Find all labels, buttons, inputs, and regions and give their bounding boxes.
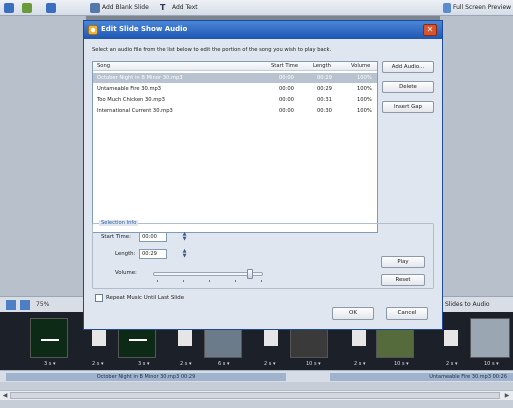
volume-slider-thumb[interactable]	[246, 269, 253, 279]
add-text-button[interactable]: T Add Text	[160, 2, 198, 14]
add-audio-button[interactable]: Add Audio...	[382, 61, 434, 73]
song-list[interactable]: Song Start Time Length Volume October Ni…	[92, 61, 378, 233]
song-list-header: Song Start Time Length Volume	[93, 62, 377, 71]
fit-icon[interactable]	[6, 300, 16, 310]
transition-thumb[interactable]	[264, 330, 278, 346]
song-start: 00:00	[279, 97, 294, 103]
length-input[interactable]: 00:29	[139, 249, 167, 259]
scroll-left-icon[interactable]: ◀	[1, 392, 9, 400]
slide-thumbnail[interactable]	[30, 318, 68, 358]
song-row[interactable]: International Current 30.mp3 00:00 00:30…	[93, 106, 377, 116]
slide-thumbnail[interactable]	[470, 318, 510, 358]
slide-duration[interactable]: 10 s ▾	[394, 361, 409, 367]
start-time-input[interactable]: 00:00	[139, 232, 167, 242]
song-start: 00:00	[279, 108, 294, 114]
fit-slides-to-audio-button[interactable]: Fit Slides to Audio	[436, 299, 513, 311]
cancel-button[interactable]: Cancel	[386, 307, 428, 320]
column-start-time[interactable]: Start Time	[271, 63, 298, 69]
song-name: October Night in B Minor 30.mp3	[97, 75, 183, 81]
ok-button[interactable]: OK	[332, 307, 374, 320]
slide-duration[interactable]: 3 s ▾	[138, 361, 149, 367]
add-text-label: Add Text	[172, 4, 198, 11]
blank-slide-icon	[90, 2, 100, 13]
song-start: 00:00	[279, 75, 294, 81]
transition-thumb[interactable]	[444, 330, 458, 346]
song-volume: 100%	[357, 86, 372, 92]
song-length: 00:29	[317, 86, 332, 92]
length-label: Length:	[115, 251, 136, 257]
transition-thumb[interactable]	[178, 330, 192, 346]
slide-duration[interactable]: 10 s ▾	[484, 361, 499, 367]
chevron-down-icon[interactable]: ▼	[183, 236, 187, 242]
full-screen-preview-button[interactable]: Full Screen Preview	[443, 2, 511, 14]
scrollbar-thumb[interactable]	[10, 392, 500, 399]
song-name: Too Much Chicken 30.mp3	[97, 97, 165, 103]
close-icon: ✕	[426, 25, 434, 34]
song-row-selected[interactable]: October Night in B Minor 30.mp3 00:00 00…	[93, 73, 377, 83]
song-volume: 100%	[357, 97, 372, 103]
selection-info-title: Selection Info	[99, 220, 139, 226]
app-icon	[88, 25, 98, 35]
song-length: 00:29	[317, 75, 332, 81]
song-name: International Current 30.mp3	[97, 108, 173, 114]
transition-duration[interactable]: 2 s ▾	[354, 361, 365, 367]
move-icon[interactable]	[20, 300, 30, 310]
start-time-label: Start Time:	[101, 234, 131, 240]
insert-gap-button[interactable]: Insert Gap	[382, 101, 434, 113]
save-icon[interactable]	[4, 3, 14, 13]
audio-track: October Night in B Minor 30.mp3 00:29 Un…	[0, 370, 513, 382]
preview-icon	[443, 2, 451, 13]
length-spinner[interactable]: ▲ ▼	[181, 249, 188, 259]
add-blank-slide-label: Add Blank Slide	[102, 4, 149, 11]
song-row[interactable]: Too Much Chicken 30.mp3 00:00 00:31 100%	[93, 95, 377, 105]
song-length: 00:30	[317, 108, 332, 114]
new-slide-icon[interactable]	[22, 3, 32, 13]
transition-duration[interactable]: 2 s ▾	[92, 361, 103, 367]
column-volume[interactable]: Volume	[351, 63, 370, 69]
transition-duration[interactable]: 2 s ▾	[180, 361, 191, 367]
selection-info-group: Selection Info Start Time: 00:00 ▲ ▼ Len…	[92, 220, 434, 289]
reset-button[interactable]: Reset	[381, 274, 425, 286]
zoom-percent: 75%	[36, 301, 50, 308]
horizontal-scrollbar[interactable]: ◀ ▶	[0, 390, 513, 400]
song-name: Untameable Fire 30.mp3	[97, 86, 162, 92]
left-panel	[0, 16, 86, 316]
instructions-text: Select an audio file from the list below…	[92, 47, 332, 53]
audio-segment[interactable]: October Night in B Minor 30.mp3 00:29	[6, 373, 286, 381]
transition-thumb[interactable]	[92, 330, 106, 346]
column-length[interactable]: Length	[313, 63, 331, 69]
scroll-right-icon[interactable]: ▶	[503, 392, 511, 400]
right-panel	[440, 16, 513, 296]
text-icon: T	[160, 2, 166, 12]
transition-thumb[interactable]	[352, 330, 366, 346]
repeat-music-checkbox[interactable]	[95, 294, 103, 302]
close-button[interactable]: ✕	[423, 24, 437, 36]
delete-button[interactable]: Delete	[382, 81, 434, 93]
music-icon[interactable]	[46, 3, 56, 13]
slide-duration[interactable]: 6 s ▾	[218, 361, 229, 367]
song-volume: 100%	[357, 75, 372, 81]
dialog-title: Edit Slide Show Audio	[101, 25, 188, 33]
volume-label: Volume:	[115, 270, 137, 276]
play-button[interactable]: Play	[381, 256, 425, 268]
add-blank-slide-button[interactable]: Add Blank Slide	[90, 2, 149, 14]
song-length: 00:31	[317, 97, 332, 103]
dialog-titlebar[interactable]: Edit Slide Show Audio ✕	[84, 21, 442, 39]
slide-duration[interactable]: 3 s ▾	[44, 361, 55, 367]
transition-duration[interactable]: 2 s ▾	[446, 361, 457, 367]
repeat-music-label: Repeat Music Until Last Slide	[106, 295, 185, 301]
column-song[interactable]: Song	[97, 63, 110, 69]
edit-slide-show-audio-dialog: Edit Slide Show Audio ✕ Select an audio …	[83, 20, 443, 330]
full-screen-preview-label: Full Screen Preview	[453, 4, 512, 11]
audio-segment[interactable]: Untameable Fire 30.mp3 00:26	[330, 373, 513, 381]
chevron-down-icon[interactable]: ▼	[183, 253, 187, 259]
song-volume: 100%	[357, 108, 372, 114]
start-time-spinner[interactable]: ▲ ▼	[181, 232, 188, 242]
song-start: 00:00	[279, 86, 294, 92]
app-toolbar: Add Blank Slide T Add Text Full Screen Pr…	[0, 0, 513, 16]
slide-duration[interactable]: 10 s ▾	[306, 361, 321, 367]
transition-duration[interactable]: 2 s ▾	[264, 361, 275, 367]
song-row[interactable]: Untameable Fire 30.mp3 00:00 00:29 100%	[93, 84, 377, 94]
volume-slider-ticks	[157, 280, 263, 284]
